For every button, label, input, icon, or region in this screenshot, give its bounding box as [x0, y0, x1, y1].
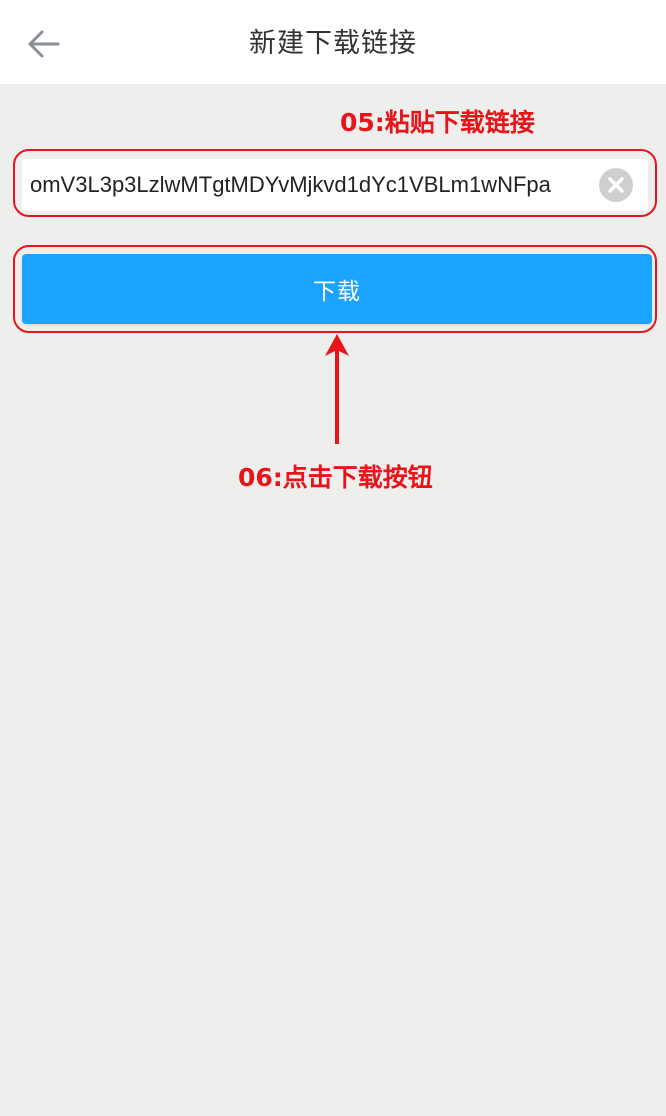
annotation-highlight-button	[13, 245, 657, 333]
annotation-arrow-icon	[325, 334, 349, 444]
page-title: 新建下载链接	[249, 28, 417, 59]
annotation-step-paste: 05:粘贴下载链接	[340, 108, 535, 137]
app-header: 新建下载链接	[0, 0, 666, 84]
annotation-step-click: 06:点击下载按钮	[238, 463, 433, 492]
annotation-highlight-input	[13, 149, 657, 217]
